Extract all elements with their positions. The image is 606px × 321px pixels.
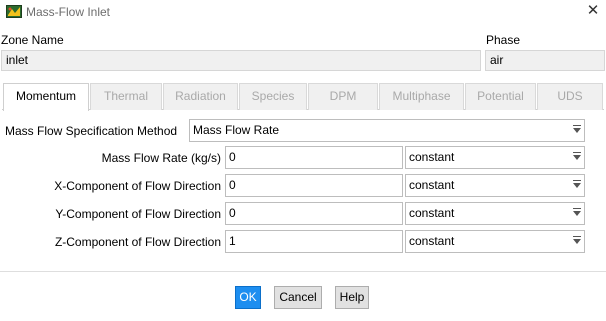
zone-name-label: Zone Name <box>1 33 64 47</box>
ok-button[interactable]: OK <box>235 286 261 309</box>
chevron-down-icon <box>573 125 581 133</box>
mass-flow-rate-method-value: constant <box>409 150 455 164</box>
tab-momentum[interactable]: Momentum <box>3 83 89 111</box>
tab-dpm[interactable]: DPM <box>308 83 378 110</box>
spec-method-label: Mass Flow Specification Method <box>5 124 178 138</box>
footer-divider <box>0 271 606 272</box>
tab-bar: Momentum Thermal Radiation Species DPM M… <box>2 83 604 111</box>
spec-method-value: Mass Flow Rate <box>193 123 280 137</box>
cancel-button[interactable]: Cancel <box>274 286 322 309</box>
fluent-app-icon <box>6 5 22 18</box>
x-component-method-dropdown[interactable]: constant <box>405 174 585 197</box>
close-icon[interactable]: ✕ <box>584 2 602 20</box>
x-component-label: X-Component of Flow Direction <box>54 179 221 193</box>
mass-flow-rate-label: Mass Flow Rate (kg/s) <box>101 151 221 165</box>
tab-species[interactable]: Species <box>239 83 307 110</box>
spec-method-dropdown[interactable]: Mass Flow Rate <box>189 119 585 142</box>
z-component-method-dropdown[interactable]: constant <box>405 230 585 253</box>
phase-label: Phase <box>486 33 521 47</box>
chevron-down-icon <box>573 180 581 188</box>
y-component-method-dropdown[interactable]: constant <box>405 202 585 225</box>
y-component-input[interactable]: 0 <box>225 202 403 225</box>
x-component-input[interactable]: 0 <box>225 174 403 197</box>
chevron-down-icon <box>573 236 581 244</box>
tab-uds[interactable]: UDS <box>537 83 603 110</box>
z-component-method-value: constant <box>409 234 455 248</box>
help-button[interactable]: Help <box>335 286 369 309</box>
chevron-down-icon <box>573 152 581 160</box>
z-component-label: Z-Component of Flow Direction <box>54 235 221 249</box>
phase-field[interactable]: air <box>485 50 605 71</box>
zone-name-field[interactable]: inlet <box>1 50 481 71</box>
x-component-method-value: constant <box>409 178 455 192</box>
tab-thermal[interactable]: Thermal <box>90 83 162 110</box>
mass-flow-rate-input[interactable]: 0 <box>225 146 403 169</box>
tab-multiphase[interactable]: Multiphase <box>379 83 464 110</box>
tab-radiation[interactable]: Radiation <box>163 83 238 110</box>
y-component-method-value: constant <box>409 206 455 220</box>
y-component-label: Y-Component of Flow Direction <box>55 207 221 221</box>
z-component-input[interactable]: 1 <box>225 230 403 253</box>
mass-flow-rate-method-dropdown[interactable]: constant <box>405 146 585 169</box>
tab-potential[interactable]: Potential <box>465 83 536 110</box>
chevron-down-icon <box>573 208 581 216</box>
window-title: Mass-Flow Inlet <box>26 5 111 19</box>
title-bar: Mass-Flow Inlet ✕ <box>0 0 606 24</box>
